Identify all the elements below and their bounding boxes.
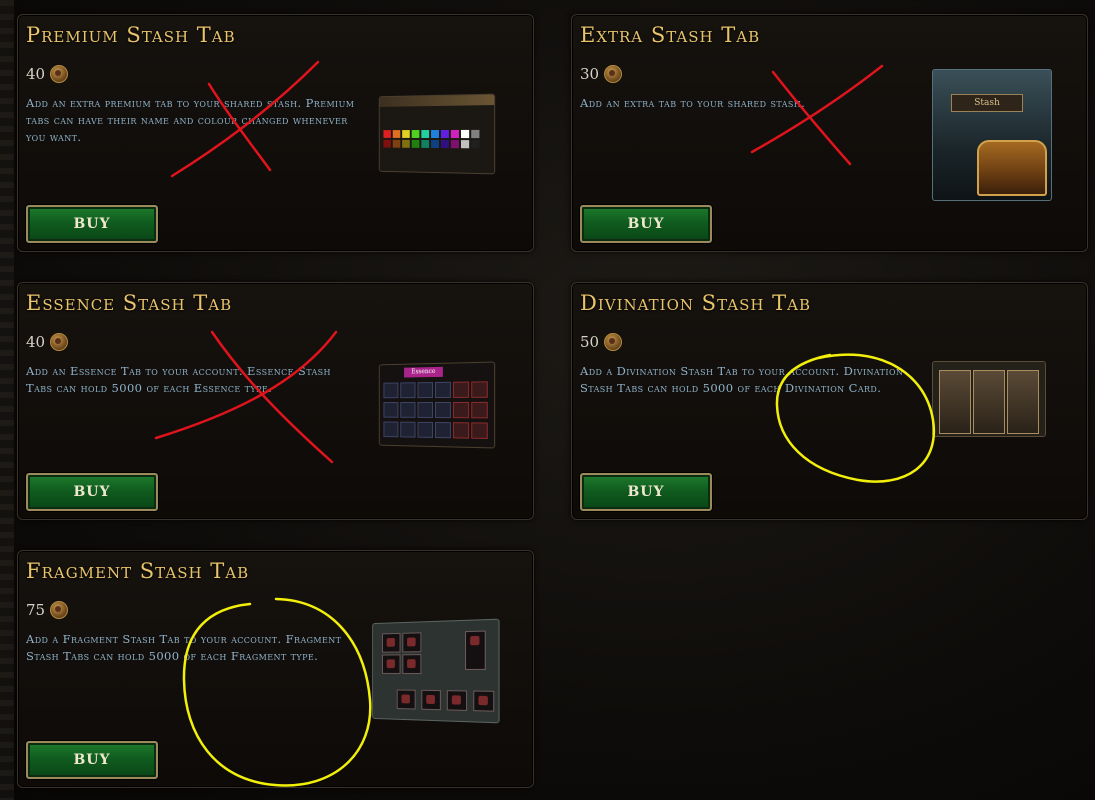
coin-icon <box>50 65 69 83</box>
buy-button[interactable]: BUY <box>26 473 158 511</box>
card-title: Divination Stash Tab <box>580 291 811 315</box>
buy-button[interactable]: BUY <box>580 473 712 511</box>
stash-banner: Stash <box>951 94 1023 112</box>
price-value: 30 <box>580 65 600 83</box>
card-title: Essence Stash Tab <box>26 291 233 315</box>
price: 40 <box>26 333 69 351</box>
fragment-tab-thumbnail <box>372 618 500 724</box>
window-frame-left <box>0 0 14 800</box>
coin-icon <box>50 601 69 619</box>
essence-tab-thumbnail: Essence <box>378 361 496 449</box>
coin-icon <box>604 65 623 83</box>
price: 75 <box>26 601 69 619</box>
card-description: Add an Essence Tab to your account. Esse… <box>26 364 331 395</box>
chest-icon <box>977 140 1047 196</box>
price-value: 50 <box>580 333 600 351</box>
price: 40 <box>26 65 69 83</box>
card-description: Add a Divination Stash Tab to your accou… <box>580 364 904 395</box>
card-title: Premium Stash Tab <box>26 23 236 47</box>
coin-icon <box>604 333 623 351</box>
price-value: 40 <box>26 65 46 83</box>
price-value: 40 <box>26 333 46 351</box>
shop-card-fragment-stash-tab: Fragment Stash Tab 75 Add a Fragment Sta… <box>17 550 534 788</box>
card-description: Add an extra tab to your shared stash. <box>580 96 806 110</box>
shop-card-essence-stash-tab: Essence Stash Tab 40 Add an Essence Tab … <box>17 282 534 520</box>
price-value: 75 <box>26 601 46 619</box>
essence-tab-header: Essence <box>404 366 443 378</box>
card-title: Fragment Stash Tab <box>26 559 250 583</box>
shop-card-divination-stash-tab: Divination Stash Tab 50 Add a Divination… <box>571 282 1088 520</box>
divination-tab-thumbnail <box>932 361 1046 437</box>
buy-button[interactable]: BUY <box>26 205 158 243</box>
shop-card-premium-stash-tab: Premium Stash Tab 40 Add an extra premiu… <box>17 14 534 252</box>
card-title: Extra Stash Tab <box>580 23 761 47</box>
price: 50 <box>580 333 623 351</box>
coin-icon <box>50 333 69 351</box>
shop-card-extra-stash-tab: Extra Stash Tab 30 Add an extra tab to y… <box>571 14 1088 252</box>
card-description: Add a Fragment Stash Tab to your account… <box>26 632 342 663</box>
buy-button[interactable]: BUY <box>26 741 158 779</box>
price: 30 <box>580 65 623 83</box>
buy-button[interactable]: BUY <box>580 205 712 243</box>
premium-tab-thumbnail <box>378 93 496 175</box>
stash-chest-thumbnail: Stash <box>932 69 1052 201</box>
card-description: Add an extra premium tab to your shared … <box>26 96 355 144</box>
